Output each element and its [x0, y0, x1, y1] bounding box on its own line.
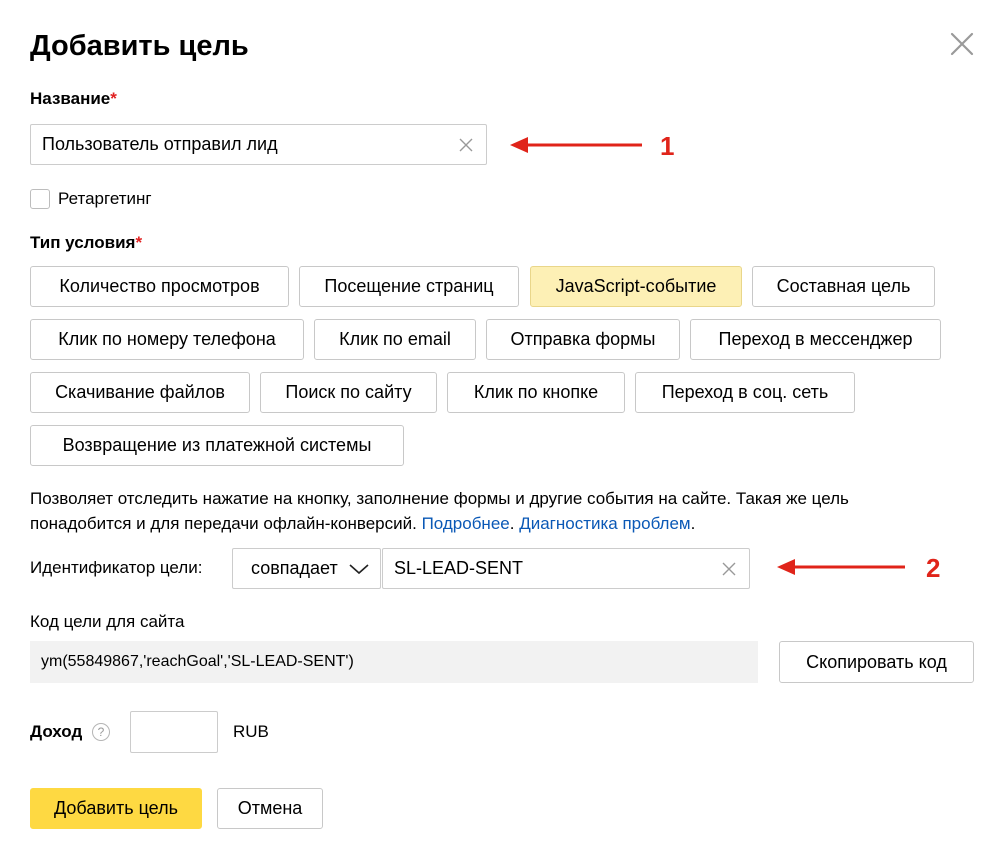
- match-select[interactable]: совпадает: [232, 548, 381, 589]
- condition-page-visits-button[interactable]: Посещение страниц: [299, 266, 519, 307]
- diagnostics-link[interactable]: Диагностика проблем: [519, 514, 690, 533]
- goal-code-text: ym(55849867,'reachGoal','SL-LEAD-SENT'): [41, 653, 354, 670]
- condition-email-click-button[interactable]: Клик по email: [314, 319, 476, 360]
- condition-button-click-button[interactable]: Клик по кнопке: [447, 372, 625, 413]
- close-button[interactable]: [948, 30, 976, 58]
- retargeting-checkbox[interactable]: [30, 189, 50, 209]
- name-label: Название*: [30, 89, 117, 108]
- clear-icon: [459, 138, 473, 151]
- code-label: Код цели для сайта: [30, 612, 185, 631]
- identifier-label: Идентификатор цели:: [30, 558, 203, 577]
- condition-type-label: Тип условия*: [30, 233, 143, 252]
- help-icon[interactable]: ?: [92, 723, 110, 741]
- retargeting-label: Ретаргетинг: [58, 189, 152, 208]
- condition-description: Позволяет отследить нажатие на кнопку, з…: [30, 489, 849, 533]
- income-input[interactable]: [130, 711, 218, 753]
- name-input[interactable]: Пользователь отправил лид: [30, 124, 487, 165]
- condition-javascript-event-button[interactable]: JavaScript-событие: [530, 266, 742, 307]
- condition-phone-click-button[interactable]: Клик по номеру телефона: [30, 319, 304, 360]
- currency-label: RUB: [233, 722, 269, 741]
- goal-code-box: ym(55849867,'reachGoal','SL-LEAD-SENT'): [30, 641, 758, 683]
- dialog-title: Добавить цель: [30, 30, 249, 62]
- more-link[interactable]: Подробнее: [422, 514, 510, 533]
- condition-composite-button[interactable]: Составная цель: [752, 266, 935, 307]
- annotation-number-1: 1: [660, 131, 675, 161]
- copy-code-button[interactable]: Скопировать код: [779, 641, 974, 683]
- clear-identifier-button[interactable]: [709, 549, 749, 588]
- condition-views-button[interactable]: Количество просмотров: [30, 266, 289, 307]
- annotation-arrow-2: [777, 559, 905, 575]
- add-goal-button[interactable]: Добавить цель: [30, 788, 202, 829]
- condition-social-button[interactable]: Переход в соц. сеть: [635, 372, 855, 413]
- condition-form-submit-button[interactable]: Отправка формы: [486, 319, 680, 360]
- annotation-arrow-1: [510, 137, 642, 153]
- clear-name-button[interactable]: [446, 125, 486, 164]
- condition-messenger-button[interactable]: Переход в мессенджер: [690, 319, 941, 360]
- clear-icon: [722, 562, 736, 575]
- name-input-value[interactable]: Пользователь отправил лид: [31, 134, 446, 155]
- condition-site-search-button[interactable]: Поиск по сайту: [260, 372, 437, 413]
- condition-file-download-button[interactable]: Скачивание файлов: [30, 372, 250, 413]
- cancel-button[interactable]: Отмена: [217, 788, 323, 829]
- condition-payment-return-button[interactable]: Возвращение из платежной системы: [30, 425, 404, 466]
- identifier-input[interactable]: SL-LEAD-SENT: [382, 548, 750, 589]
- close-icon: [950, 32, 974, 56]
- annotation-number-2: 2: [926, 553, 941, 583]
- chevron-down-icon: [349, 563, 369, 574]
- income-label: Доход: [30, 722, 83, 741]
